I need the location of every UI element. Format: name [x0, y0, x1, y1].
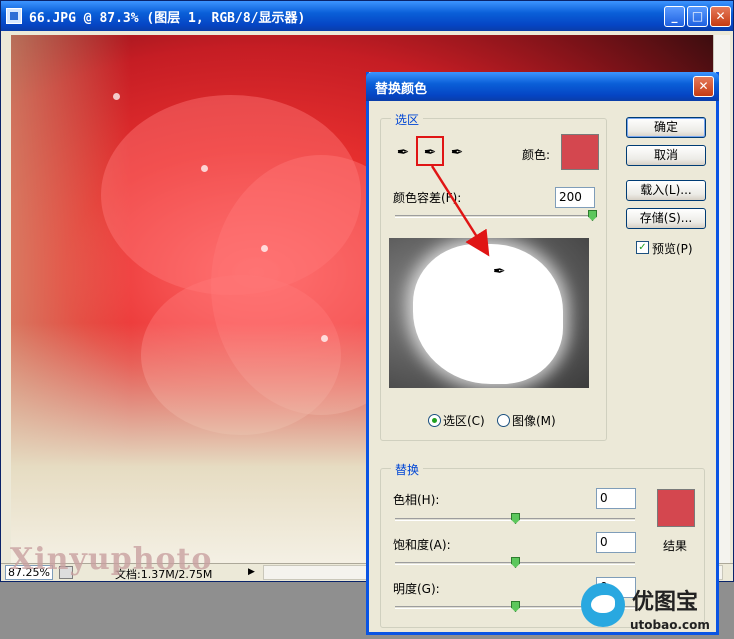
dialog-titlebar[interactable]: 替换颜色 ✕	[366, 72, 719, 101]
eyedropper-cursor-icon: ✒	[493, 262, 506, 280]
radio-selection-label: 选区(C)	[443, 414, 485, 428]
dialog-close-button[interactable]: ✕	[693, 76, 714, 97]
saturation-input[interactable]: 0	[596, 532, 636, 553]
replace-group-label: 替换	[391, 461, 424, 478]
logo-url: utobao.com	[630, 618, 710, 632]
preview-checkbox[interactable]: ✓	[636, 241, 649, 254]
water-drop	[261, 245, 268, 252]
color-label: 颜色:	[522, 148, 551, 162]
radio-selection[interactable]	[428, 414, 441, 427]
water-drop	[113, 93, 120, 100]
lightness-label: 明度(G):	[393, 582, 440, 596]
radio-image[interactable]	[497, 414, 510, 427]
selection-color-swatch[interactable]	[561, 134, 599, 170]
bird-icon	[581, 583, 625, 627]
result-label: 结果	[663, 539, 688, 553]
eyedropper-minus-icon[interactable]: ✒	[448, 142, 466, 162]
document-icon	[6, 8, 22, 24]
save-button[interactable]: 存储(S)...	[626, 208, 706, 229]
fuzziness-input[interactable]: 200	[555, 187, 595, 208]
load-button[interactable]: 载入(L)...	[626, 180, 706, 201]
ok-button[interactable]: 确定	[626, 117, 706, 138]
preview-label: 预览(P)	[652, 242, 693, 256]
water-drop	[321, 335, 328, 342]
highlight-box	[416, 136, 444, 166]
dialog-title: 替换颜色	[375, 82, 428, 97]
hue-label: 色相(H):	[393, 493, 440, 507]
hue-input[interactable]: 0	[596, 488, 636, 509]
play-arrow-icon[interactable]: ▶	[248, 566, 260, 579]
watermark: Xinyuphoto	[10, 542, 213, 577]
selection-preview[interactable]: ✒	[389, 238, 589, 388]
selection-mask	[413, 244, 563, 384]
saturation-label: 饱和度(A):	[393, 538, 451, 552]
result-color-swatch[interactable]	[657, 489, 695, 527]
close-button[interactable]: ✕	[710, 6, 731, 27]
logo-name: 优图宝	[632, 590, 699, 615]
maximize-button[interactable]: □	[687, 6, 708, 27]
eyedropper-icon[interactable]: ✒	[394, 142, 412, 162]
fuzziness-label: 颜色容差(F):	[393, 191, 462, 205]
selection-group-label: 选区	[391, 111, 424, 128]
radio-image-label: 图像(M)	[512, 414, 556, 428]
cancel-button[interactable]: 取消	[626, 145, 706, 166]
fuzziness-slider[interactable]	[395, 215, 595, 218]
minimize-button[interactable]: _	[664, 6, 685, 27]
water-drop	[201, 165, 208, 172]
site-logo: 优图宝 utobao.com	[578, 580, 734, 639]
document-title: 66.JPG @ 87.3% (图层 1, RGB/8/显示器)	[29, 11, 306, 26]
document-titlebar[interactable]: 66.JPG @ 87.3% (图层 1, RGB/8/显示器) _ □ ✕	[1, 1, 733, 31]
